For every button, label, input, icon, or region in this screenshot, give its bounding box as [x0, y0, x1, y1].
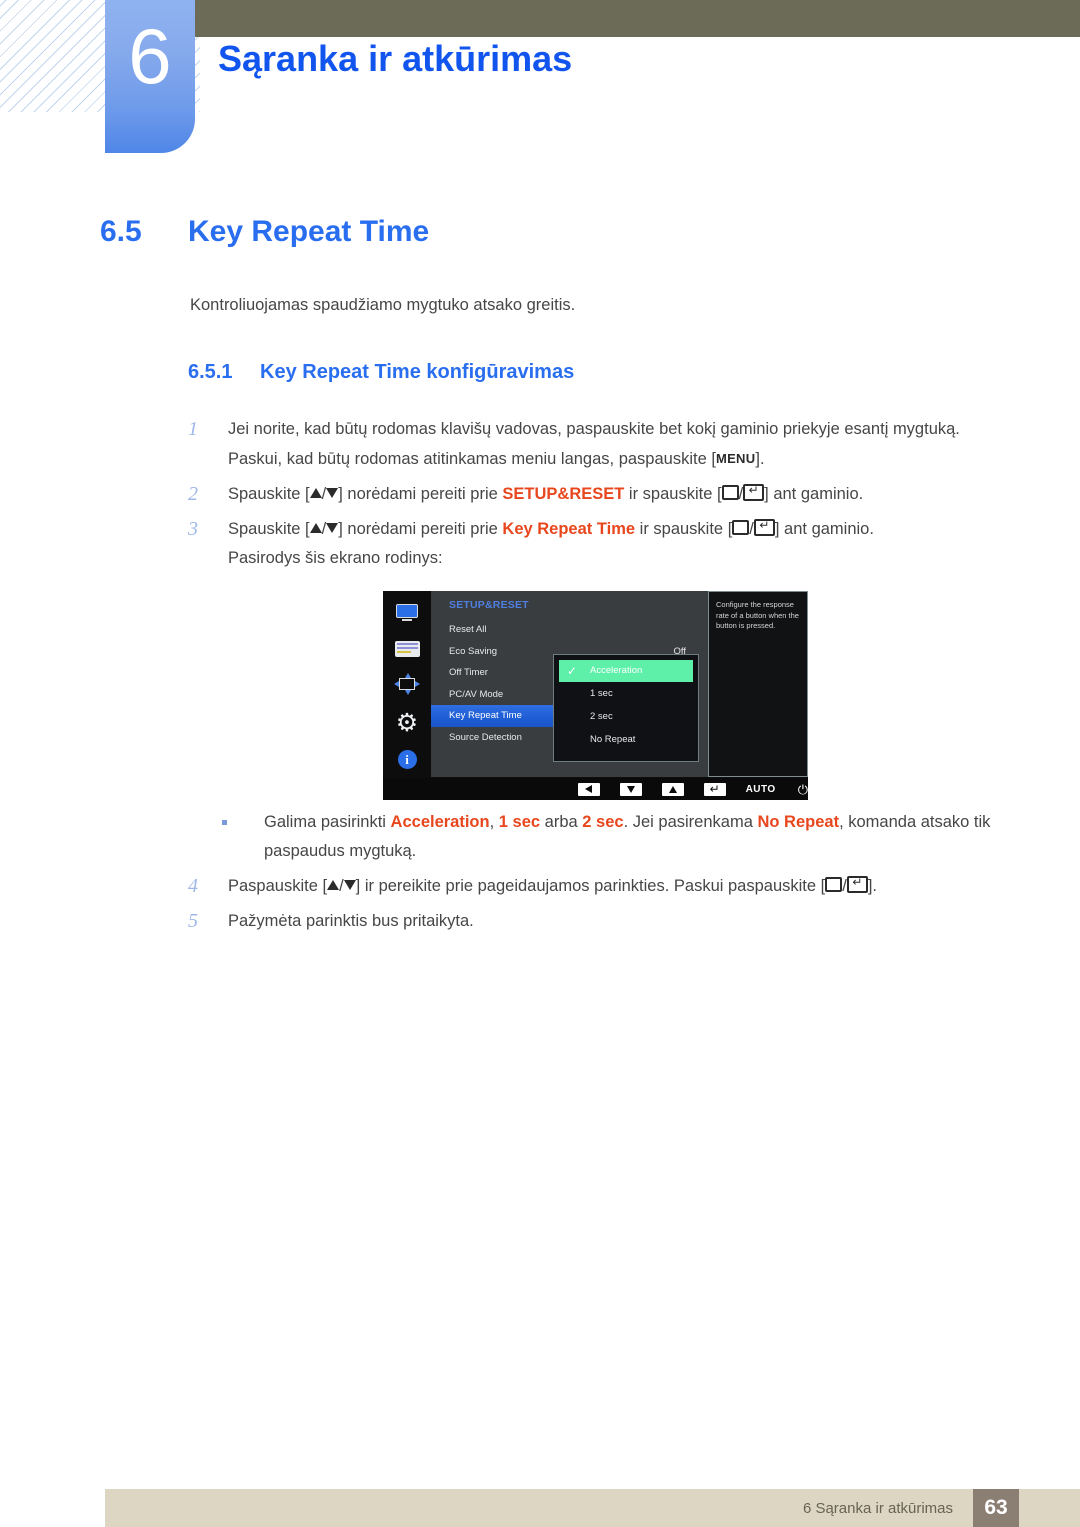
source-key-icon [825, 877, 843, 892]
step-marker: 2 [188, 483, 198, 505]
list-item: 5 Pažymėta parinktis bus pritaikyta. [188, 907, 1008, 936]
dropdown-option-1-sec[interactable]: 1 sec [554, 682, 698, 705]
chapter-title: Sąranka ir atkūrimas [218, 38, 573, 79]
picture-list-icon[interactable] [394, 641, 420, 658]
dropdown-option-label: 2 sec [590, 711, 613, 722]
osd-menu-item-reset-all[interactable]: Reset All [431, 619, 708, 641]
chapter-number: 6 [128, 12, 172, 100]
down-arrow-icon [326, 523, 339, 533]
monitor-icon[interactable] [394, 603, 420, 625]
auto-button[interactable]: AUTO [746, 784, 776, 795]
step-line: Spauskite [/] norėdami pereiti prie Key … [228, 515, 1008, 544]
source-key-icon [732, 520, 750, 535]
down-arrow-button[interactable] [619, 782, 642, 796]
section-number: 6.5 [100, 215, 142, 248]
checkmark-icon: ✓ [567, 664, 578, 678]
subsection-heading: 6.5.1 Key Repeat Time konfigūravimas [188, 361, 988, 384]
note-bullet: Galima pasirinkti Acceleration, 1 sec ar… [218, 808, 1054, 866]
info-icon[interactable]: i [397, 749, 417, 769]
power-icon[interactable]: ⏻ [798, 783, 808, 796]
up-arrow-icon [309, 488, 322, 498]
enter-key-icon [743, 484, 765, 501]
keyword-no-repeat: No Repeat [757, 813, 840, 831]
dropdown-option-label: Acceleration [590, 665, 643, 676]
osd-tooltip-panel: Configure the response rate of a button … [708, 591, 808, 777]
down-arrow-icon [343, 880, 356, 890]
osd-menu-item-key-repeat-time[interactable]: Key Repeat Time [431, 705, 572, 727]
step-line: Spauskite [/] norėdami pereiti prie SETU… [228, 480, 1008, 509]
step-marker: 3 [188, 518, 198, 540]
step-line: Pažymėta parinktis bus pritaikyta. [228, 912, 474, 930]
enter-button[interactable]: ↵ [703, 782, 726, 796]
step-line: Paskui, kad būtų rodomas atitinkamas men… [228, 444, 1008, 474]
step-line: Jei norite, kad būtų rodomas klavišų vad… [228, 420, 960, 438]
step-marker: 5 [188, 910, 198, 932]
subsection-title: Key Repeat Time konfigūravimas [260, 361, 575, 383]
list-item: 2 Spauskite [/] norėdami pereiti prie SE… [188, 480, 1008, 509]
position-arrows-icon[interactable] [394, 673, 420, 696]
up-arrow-icon [327, 880, 340, 890]
procedure-steps-continued: 4 Paspauskite [/] ir pereikite prie page… [188, 872, 1008, 942]
section-intro-text: Kontroliuojamas spaudžiamo mygtuko atsak… [190, 296, 576, 314]
osd-tooltip-text: Configure the response rate of a button … [716, 600, 799, 630]
osd-item-label: Source Detection [449, 731, 522, 743]
source-key-icon [721, 485, 739, 500]
step-marker: 1 [188, 418, 198, 440]
left-arrow-button[interactable] [578, 782, 600, 796]
step-marker: 4 [188, 875, 198, 897]
enter-key-icon [753, 519, 775, 536]
list-item: 4 Paspauskite [/] ir pereikite prie page… [188, 872, 1008, 901]
dropdown-option-label: 1 sec [590, 688, 613, 699]
down-arrow-icon [326, 488, 339, 498]
osd-item-label: Reset All [449, 624, 487, 635]
list-item: 3 Spauskite [/] norėdami pereiti prie Ke… [188, 515, 1008, 573]
up-arrow-icon [309, 523, 322, 533]
osd-item-label: Off Timer [449, 667, 488, 678]
footer-text: 6 Sąranka ir atkūrimas [802, 1500, 953, 1517]
osd-item-label: Key Repeat Time [449, 710, 522, 721]
step-line: Paspauskite [/] ir pereikite prie pageid… [228, 872, 1008, 901]
enter-key-icon [846, 876, 868, 893]
osd-dropdown-key-repeat-time: ✓ Acceleration 1 sec 2 sec No Repeat [553, 654, 699, 762]
osd-button-bar: ↵ AUTO ⏻ [383, 778, 808, 800]
dropdown-option-label: No Repeat [590, 734, 636, 745]
dropdown-option-acceleration[interactable]: ✓ Acceleration [559, 660, 693, 682]
section-heading: 6.5 Key Repeat Time [100, 215, 960, 249]
menu-key-glyph: MENU [715, 451, 756, 466]
list-item: 1 Jei norite, kad būtų rodomas klavišų v… [188, 415, 1008, 474]
page-number: 63 [973, 1489, 1019, 1527]
keyword-setup-reset: SETUP&RESET [502, 485, 625, 503]
chapter-tab: 6 [105, 0, 195, 153]
up-arrow-button[interactable] [661, 782, 684, 796]
keyword-1-sec: 1 sec [498, 813, 541, 831]
osd-sidebar: ⚙ i [383, 591, 431, 777]
dropdown-option-2-sec[interactable]: 2 sec [554, 705, 698, 728]
bullet-dot-icon [222, 820, 227, 825]
osd-screenshot: ⚙ i SETUP&RESET Reset All Eco Saving Off… [383, 591, 808, 800]
section-title: Key Repeat Time [188, 215, 430, 248]
step-line: Pasirodys šis ekrano rodinys: [228, 549, 443, 567]
osd-item-label: Eco Saving [449, 645, 498, 657]
osd-menu-title: SETUP&RESET [449, 599, 529, 611]
keyword-key-repeat-time: Key Repeat Time [502, 520, 636, 538]
subsection-number: 6.5.1 [188, 361, 233, 383]
procedure-steps: 1 Jei norite, kad būtų rodomas klavišų v… [188, 415, 1008, 579]
gear-icon[interactable]: ⚙ [396, 710, 418, 735]
header-olive-bar [193, 0, 1080, 37]
osd-item-label: PC/AV Mode [449, 688, 504, 700]
dropdown-option-no-repeat[interactable]: No Repeat [554, 728, 698, 751]
keyword-2-sec: 2 sec [582, 813, 624, 831]
keyword-acceleration: Acceleration [390, 813, 490, 831]
